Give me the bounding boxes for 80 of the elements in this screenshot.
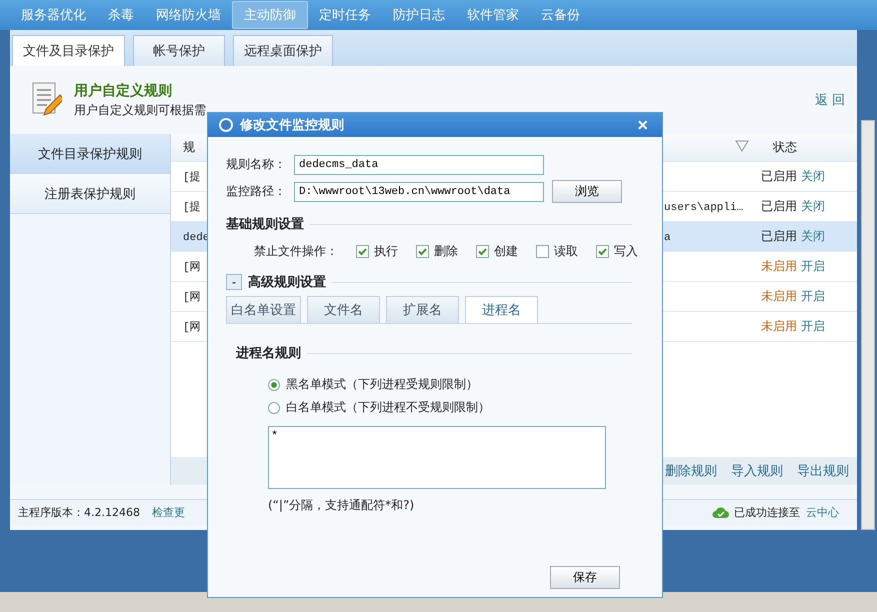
nav-tab[interactable]: 网络防火墙: [145, 2, 232, 28]
checkbox-label: 创建: [494, 242, 518, 260]
checkbox-label: 执行: [374, 242, 398, 260]
checkbox[interactable]: [596, 244, 609, 258]
section-title: 基础规则设置: [226, 216, 304, 233]
radio-label: 黑名单模式（下列进程受规则限制）: [286, 376, 478, 393]
status-text: 已启用: [761, 228, 797, 245]
sub-tab[interactable]: 帐号保护: [133, 35, 225, 66]
section-title: 高级规则设置: [248, 274, 326, 291]
column-header: 规: [182, 139, 196, 156]
column-header: 状态: [772, 139, 798, 156]
table-cell: [提: [183, 202, 201, 214]
nav-tab[interactable]: 定时任务: [308, 2, 382, 28]
nav-tab[interactable]: 服务器优化: [10, 2, 97, 28]
checkbox[interactable]: [536, 244, 549, 258]
toggle-link[interactable]: 关闭: [801, 198, 825, 215]
status-text: 未启用: [761, 288, 797, 305]
filter-icon[interactable]: [735, 140, 749, 152]
field-label: 监控路径：: [226, 183, 287, 200]
connection-text: 已成功连接至: [734, 505, 800, 520]
tab[interactable]: 扩展名: [386, 296, 459, 323]
page-description: 用户自定义规则可根据需: [74, 102, 207, 118]
checkbox[interactable]: [416, 244, 429, 258]
table-cell: users\appli…: [664, 202, 744, 214]
checkbox[interactable]: [356, 244, 369, 258]
status-text: 已启用: [761, 198, 797, 215]
cloud-check-icon: [712, 506, 730, 518]
save-button[interactable]: 保存: [550, 566, 620, 589]
collapse-button[interactable]: -: [226, 274, 242, 290]
text-field[interactable]: dedecms_data: [294, 154, 544, 174]
hint-text: (“|”分隔，支持通配符*和?): [268, 497, 416, 514]
tab[interactable]: 进程名: [465, 296, 538, 323]
nav-tab[interactable]: 防护日志: [382, 2, 456, 28]
table-cell: [网: [183, 292, 201, 304]
close-button[interactable]: ×: [633, 116, 652, 134]
cloud-center-link[interactable]: 云中心: [806, 505, 839, 520]
status-text: 未启用: [761, 258, 797, 275]
toggle-link[interactable]: 开启: [801, 258, 825, 275]
toolbar-link[interactable]: 删除规则: [665, 462, 717, 480]
back-link[interactable]: 返 回: [814, 91, 845, 109]
sub-tab[interactable]: 文件及目录保护: [12, 35, 125, 66]
table-cell: [提: [183, 172, 201, 184]
toggle-link[interactable]: 关闭: [801, 168, 825, 185]
document-pencil-icon: [32, 82, 62, 118]
version-text: 主程序版本：4.2.12468: [18, 505, 140, 520]
tab[interactable]: 白名单设置: [226, 296, 301, 323]
section-title: 进程名规则: [236, 345, 301, 362]
nav-tab[interactable]: 软件管家: [456, 2, 530, 28]
update-link[interactable]: 检查更: [152, 505, 185, 520]
sidebar-item[interactable]: 文件目录保护规则: [10, 134, 170, 174]
toggle-link[interactable]: 关闭: [801, 228, 825, 245]
field-label: 规则名称：: [226, 156, 287, 173]
radio-button[interactable]: [268, 402, 280, 414]
status-text: 已启用: [761, 168, 797, 185]
nav-tab[interactable]: 杀毒: [97, 2, 145, 28]
status-text: 未启用: [761, 318, 797, 335]
toggle-link[interactable]: 开启: [801, 318, 825, 335]
checkbox-label: 写入: [614, 242, 638, 260]
table-cell: [网: [183, 322, 201, 334]
page-title: 用户自定义规则: [74, 82, 173, 100]
radio-label: 白名单模式（下列进程不受规则限制）: [286, 399, 490, 416]
tab[interactable]: 文件名: [307, 296, 380, 323]
text-field[interactable]: D:\wwwroot\13web.cn\wwwroot\data: [294, 182, 544, 202]
radio-button[interactable]: [268, 378, 280, 390]
browse-button[interactable]: 浏览: [552, 180, 622, 203]
checkbox-label: 删除: [434, 242, 458, 260]
process-list-field[interactable]: *: [268, 426, 606, 489]
checkbox-label: 读取: [554, 242, 578, 260]
dialog-title: 修改文件监控规则: [240, 116, 344, 134]
toggle-link[interactable]: 开启: [801, 288, 825, 305]
checkbox[interactable]: [476, 244, 489, 258]
toolbar-link[interactable]: 导入规则: [731, 462, 783, 480]
sub-tab[interactable]: 远程桌面保护: [233, 35, 333, 66]
table-cell: a: [664, 232, 671, 244]
field-label: 禁止文件操作：: [254, 242, 338, 260]
nav-tab[interactable]: 云备份: [530, 2, 591, 28]
scrollbar[interactable]: [861, 120, 875, 530]
sidebar-item[interactable]: 注册表保护规则: [10, 174, 170, 214]
table-cell: [网: [183, 262, 201, 274]
toolbar-link[interactable]: 导出规则: [797, 462, 849, 480]
